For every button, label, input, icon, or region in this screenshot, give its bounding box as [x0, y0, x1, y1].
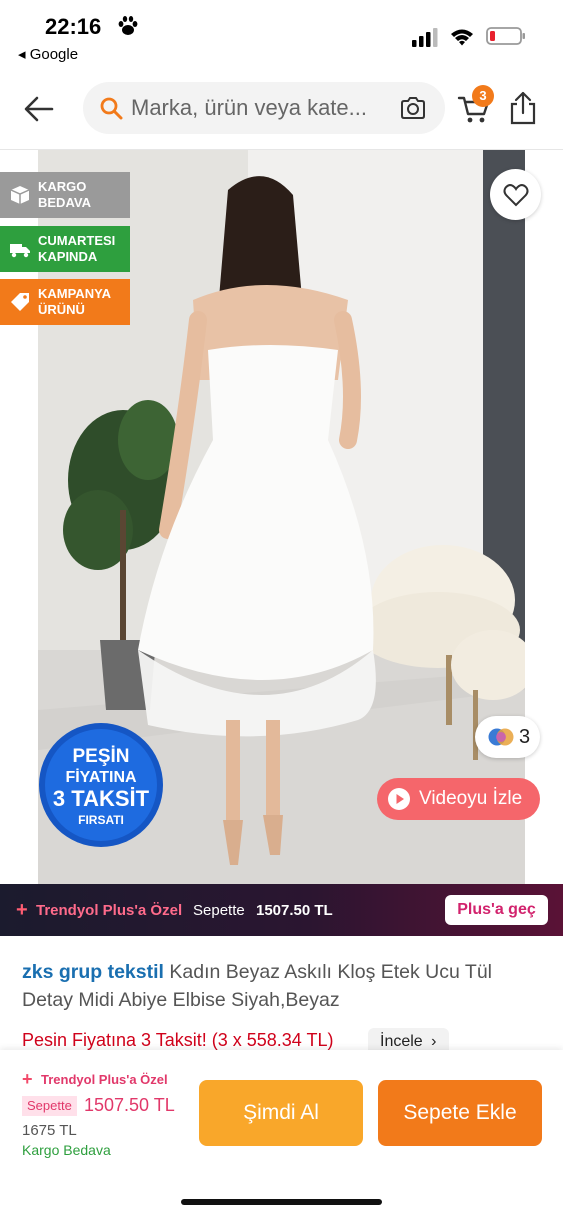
tag-icon — [11, 293, 29, 311]
bottom-plus-label: Trendyol Plus'a Özel — [41, 1072, 168, 1087]
back-to-google-link[interactable]: ◂ Google — [18, 45, 78, 63]
plus-price: 1507.50 TL — [256, 902, 333, 919]
plus-join-button[interactable]: Plus'a geç — [445, 895, 548, 925]
plus-promo-label: Trendyol Plus'a Özel — [36, 902, 183, 919]
color-swatch-icon — [488, 728, 514, 746]
badge-line2: ÜRÜNÜ — [38, 302, 85, 317]
badge-line1: KARGO — [38, 179, 87, 194]
sticker-line3: 3 TAKSİT — [53, 786, 150, 811]
badge-free-shipping: KARGO BEDAVA — [0, 172, 130, 218]
plus-sepette-label: Sepette — [193, 902, 245, 919]
camera-search-icon[interactable] — [399, 95, 427, 121]
installment-text: Pesin Fiyatına 3 Taksit! (3 x 558.34 TL) — [22, 1030, 334, 1050]
sticker-line2: FİYATINA — [65, 768, 137, 786]
add-to-cart-button[interactable]: Sepete Ekle — [378, 1080, 542, 1146]
brand-link[interactable]: zks grup tekstil — [22, 961, 164, 983]
free-shipping-label: Kargo Bedava — [22, 1142, 111, 1158]
wifi-icon — [451, 29, 473, 46]
color-variants-button[interactable]: 3 — [475, 716, 540, 758]
installment-offer-sticker: PEŞİN FİYATINA 3 TAKSİT FIRSATI — [39, 723, 163, 847]
sticker-line4: FIRSATI — [78, 813, 124, 827]
chevron-right-icon: › — [431, 1033, 437, 1050]
badge-line2: BEDAVA — [38, 195, 91, 210]
original-price: 1675 TL — [22, 1122, 77, 1139]
play-icon — [388, 788, 410, 810]
bottom-plus-price: 1507.50 TL — [84, 1095, 175, 1115]
watch-video-button[interactable]: Videoyu İzle — [377, 778, 540, 820]
search-header: 3 — [0, 70, 563, 150]
badge-line1: KAMPANYA — [38, 286, 111, 301]
sticker-line1: PEŞİN — [72, 746, 129, 767]
color-count: 3 — [519, 726, 531, 748]
badge-line2: KAPINDA — [38, 249, 98, 264]
search-bar[interactable] — [83, 82, 445, 134]
buy-now-button[interactable]: Şimdi Al — [199, 1080, 363, 1146]
share-icon[interactable] — [508, 90, 538, 126]
box-icon — [10, 186, 30, 204]
truck-icon — [10, 244, 30, 258]
home-indicator[interactable] — [181, 1199, 382, 1205]
product-title: zks grup tekstil Kadın Beyaz Askılı Kloş… — [22, 958, 547, 1014]
back-arrow-icon[interactable] — [22, 92, 56, 126]
plus-icon: + — [16, 899, 28, 921]
incele-label: İncele — [380, 1033, 423, 1050]
heart-icon — [503, 184, 529, 207]
battery-icon — [486, 27, 525, 45]
badge-line1: CUMARTESI — [38, 233, 116, 248]
search-icon — [100, 97, 123, 120]
bottom-sepette-tag: Sepette — [22, 1096, 77, 1116]
paw-icon — [118, 16, 138, 35]
badge-saturday-delivery: CUMARTESI KAPINDA — [0, 226, 130, 272]
signal-icon — [412, 28, 438, 47]
plus-promo-bar: + Trendyol Plus'a Özel Sepette 1507.50 T… — [0, 884, 563, 936]
watch-video-label: Videoyu İzle — [419, 788, 523, 809]
badge-campaign-product: KAMPANYA ÜRÜNÜ — [0, 279, 130, 325]
status-bar: 22:16 ◂ Google — [0, 0, 563, 70]
search-input[interactable] — [131, 90, 391, 126]
status-time: 22:16 — [45, 14, 102, 39]
plus-icon: + — [22, 1069, 33, 1089]
cart-count-badge: 3 — [472, 85, 494, 107]
favorite-button[interactable] — [490, 169, 541, 220]
bottom-purchase-bar: + Trendyol Plus'a Özel Sepette 1507.50 T… — [0, 1050, 563, 1219]
